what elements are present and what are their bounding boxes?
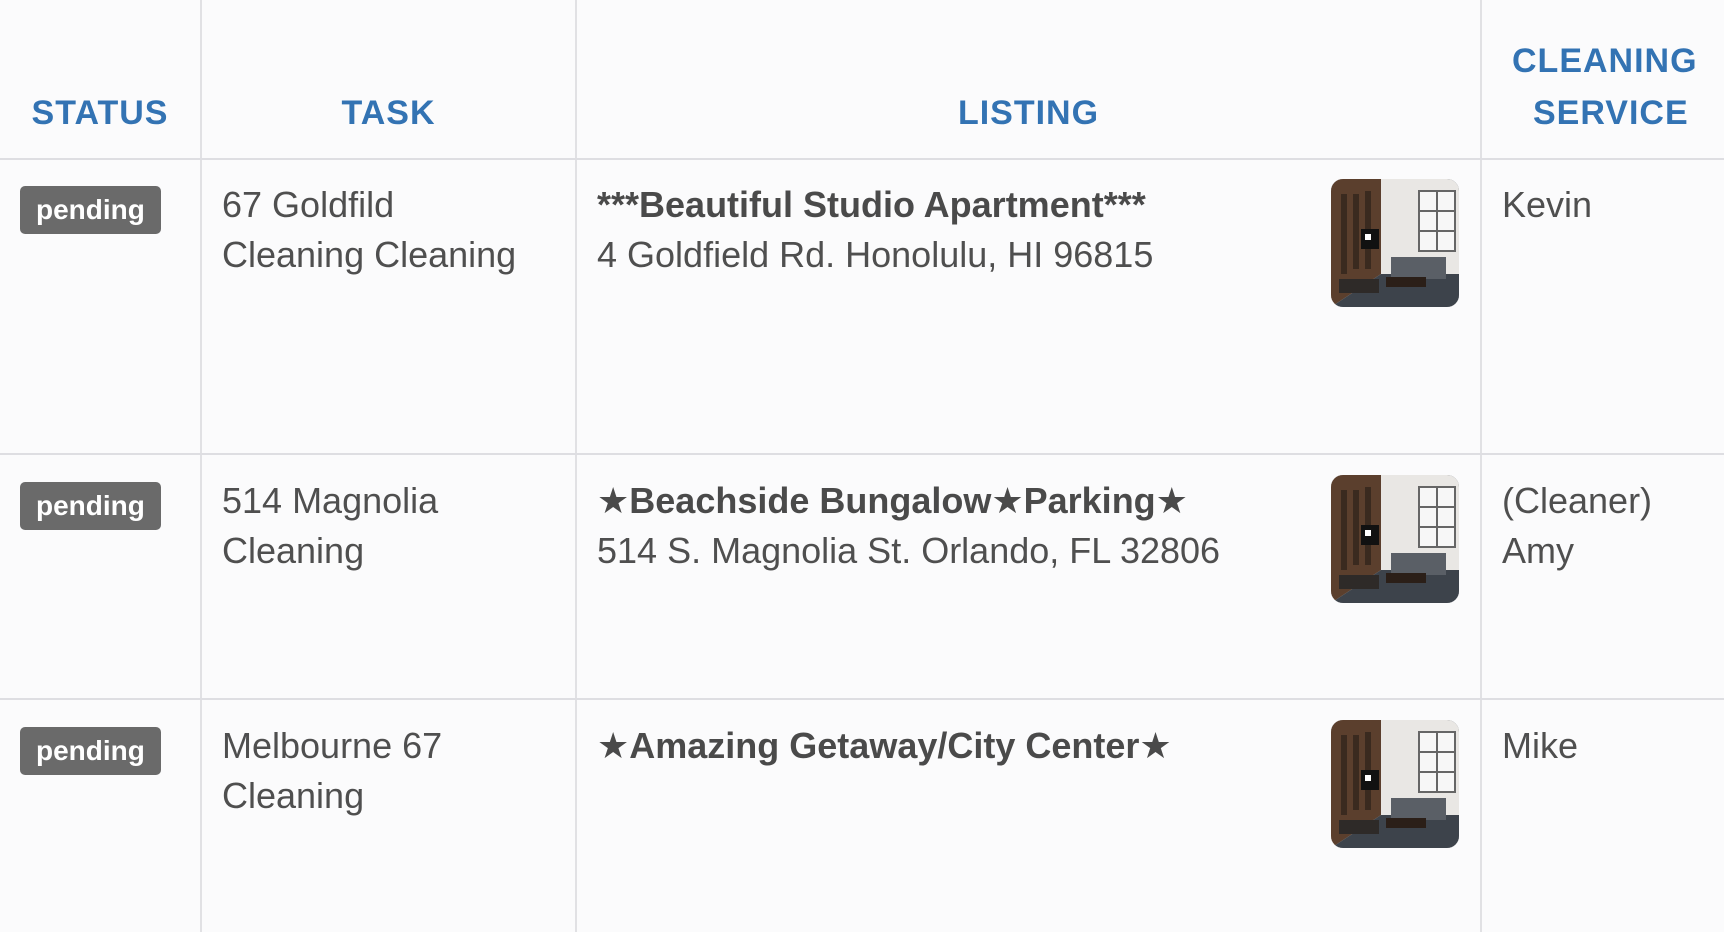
cleaning-tasks-table: STATUS TASK LISTING CLEANING SERVICE pen… [0,0,1724,932]
header-cleaning-service-line2: SERVICE [1533,94,1689,132]
living-room-photo-icon [1331,720,1459,848]
row-divider [0,158,1724,160]
header-cleaning-service-line2-wrap: SERVICE [1482,80,1724,146]
task-line: Cleaning Cleaning [222,234,517,275]
status-badge: pending [20,727,161,775]
table-row-1-status: pending [20,186,161,234]
header-task[interactable]: TASK [202,80,575,146]
task-line: Cleaning [222,775,365,816]
header-status[interactable]: STATUS [0,80,200,146]
table-row-3-status: pending [20,727,161,775]
table-row-3-task[interactable]: Melbourne 67 Cleaning [222,721,442,821]
cleaner-name: (Cleaner) [1502,480,1653,521]
listing-address: 514 S. Magnolia St. Orlando, FL 32806 [597,530,1221,571]
cleaner-name: Kevin [1502,184,1593,225]
listing-thumbnail[interactable] [1331,179,1459,307]
table-row-3-service[interactable]: Mike [1502,721,1578,771]
task-line: Melbourne 67 [222,725,443,766]
listing-title[interactable]: ★Amazing Getaway/City Center★ [597,721,1172,771]
task-line: Cleaning [222,530,365,571]
listing-title[interactable]: ***Beautiful Studio Apartment*** [597,180,1153,230]
table-row-2-listing[interactable]: ★Beachside Bungalow★Parking★ 514 S. Magn… [597,476,1220,576]
listing-thumbnail[interactable] [1331,720,1459,848]
row-divider [0,453,1724,455]
table-row-1-listing[interactable]: ***Beautiful Studio Apartment*** 4 Goldf… [597,180,1153,280]
listing-thumbnail[interactable] [1331,475,1459,603]
status-badge: pending [20,482,161,530]
cleaner-name: Mike [1502,725,1579,766]
table-row-1-service[interactable]: Kevin [1502,180,1592,230]
listing-title[interactable]: ★Beachside Bungalow★Parking★ [597,476,1220,526]
living-room-photo-icon [1331,179,1459,307]
header-listing[interactable]: LISTING [577,80,1480,146]
table-row-3-listing[interactable]: ★Amazing Getaway/City Center★ [597,721,1172,771]
table-row-2-service[interactable]: (Cleaner) Amy [1502,476,1652,576]
task-line: 67 Goldfild [222,184,395,225]
table-row-2-status: pending [20,482,161,530]
status-badge: pending [20,186,161,234]
listing-address: 4 Goldfield Rd. Honolulu, HI 96815 [597,234,1154,275]
task-line: 514 Magnolia [222,480,439,521]
cleaner-name: Amy [1502,530,1574,571]
row-divider [0,698,1724,700]
living-room-photo-icon [1331,475,1459,603]
table-row-2-task[interactable]: 514 Magnolia Cleaning [222,476,438,576]
table-row-1-task[interactable]: 67 Goldfild Cleaning Cleaning [222,180,516,280]
